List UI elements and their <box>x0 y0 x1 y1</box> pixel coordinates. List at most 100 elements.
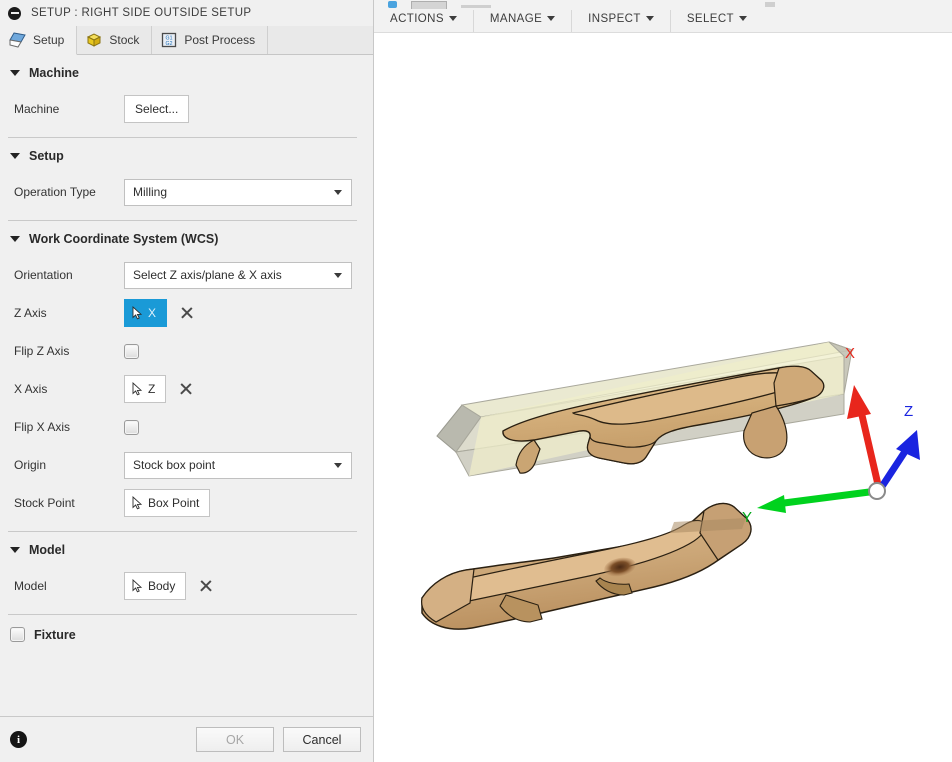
row-operation-type: Operation Type Milling <box>0 173 373 211</box>
z-axis-button-label: X <box>148 306 156 320</box>
x-axis-clear-icon[interactable] <box>178 382 193 397</box>
orientation-select[interactable]: Select Z axis/plane & X axis <box>124 262 352 289</box>
toolbar-icon-c <box>461 5 491 8</box>
cursor-arrow-icon <box>132 382 143 396</box>
cursor-arrow-icon <box>132 579 143 593</box>
z-axis-select-button[interactable]: X <box>124 299 167 327</box>
section-machine-title: Machine <box>29 66 79 80</box>
orientation-label: Orientation <box>14 268 124 282</box>
axis-x-label: X <box>845 345 855 362</box>
operation-type-select[interactable]: Milling <box>124 179 352 206</box>
z-axis-clear-icon[interactable] <box>179 306 194 321</box>
section-model-title: Model <box>29 543 65 557</box>
tab-stock[interactable]: Stock <box>77 26 152 54</box>
section-setup-title: Setup <box>29 149 64 163</box>
operation-type-label: Operation Type <box>14 185 124 199</box>
dialog-form: Machine Machine Select... Setup Operatio… <box>0 55 373 716</box>
tab-stock-label: Stock <box>109 33 139 47</box>
flip-z-axis-label: Flip Z Axis <box>14 344 124 358</box>
x-axis-select-button[interactable]: Z <box>124 375 166 403</box>
section-wcs-title: Work Coordinate System (WCS) <box>29 232 218 246</box>
chevron-down-icon <box>10 153 20 159</box>
menu-inspect-label: INSPECT <box>588 13 641 25</box>
dialog-title: SETUP : RIGHT SIDE OUTSIDE SETUP <box>31 7 251 19</box>
menu-inspect[interactable]: INSPECT <box>572 10 671 32</box>
row-orientation: Orientation Select Z axis/plane & X axis <box>0 256 373 294</box>
svg-text:G2: G2 <box>166 41 173 47</box>
row-origin: Origin Stock box point <box>0 446 373 484</box>
menu-actions[interactable]: ACTIONS <box>374 10 474 32</box>
x-axis-button-label: Z <box>148 382 155 396</box>
cam-scene: X Y Z <box>374 33 952 762</box>
model-select-button[interactable]: Body <box>124 572 186 600</box>
tab-bar-filler <box>268 26 373 54</box>
axis-y-label: Y <box>742 509 752 526</box>
dialog-footer: i OK Cancel <box>0 716 373 762</box>
toolbar-icon-d <box>765 2 775 7</box>
chevron-down-icon <box>334 463 342 468</box>
chevron-down-icon <box>449 16 457 21</box>
flip-z-axis-checkbox[interactable] <box>124 344 139 359</box>
chevron-down-icon <box>10 236 20 242</box>
tab-setup[interactable]: Setup <box>0 26 77 55</box>
model-label: Model <box>14 579 124 593</box>
axis-z: Z <box>881 403 920 488</box>
toolbar: ACTIONS MANAGE INSPECT SELECT <box>374 0 952 33</box>
row-z-axis: Z Axis X <box>0 294 373 332</box>
menu-manage-label: MANAGE <box>490 13 542 25</box>
setup-dialog: SETUP : RIGHT SIDE OUTSIDE SETUP Setup S… <box>0 0 374 762</box>
dialog-titlebar: SETUP : RIGHT SIDE OUTSIDE SETUP <box>0 0 373 26</box>
tab-post-process-label: Post Process <box>184 33 255 47</box>
machine-label: Machine <box>14 102 124 116</box>
flip-x-axis-checkbox[interactable] <box>124 420 139 435</box>
section-fixture[interactable]: Fixture <box>0 615 373 642</box>
cursor-arrow-icon <box>132 496 143 510</box>
row-x-axis: X Axis Z <box>0 370 373 408</box>
axis-x: X <box>845 345 879 489</box>
toolbar-overflow-icons <box>374 0 952 9</box>
stock-point-button-label: Box Point <box>148 496 199 510</box>
row-flip-z-axis: Flip Z Axis <box>0 332 373 370</box>
tab-setup-label: Setup <box>33 33 64 47</box>
section-setup[interactable]: Setup <box>0 138 373 173</box>
stock-point-label: Stock Point <box>14 496 124 510</box>
section-machine[interactable]: Machine <box>0 55 373 90</box>
wcs-origin-marker <box>869 483 885 499</box>
tab-post-process[interactable]: G1 G2 Post Process <box>152 26 268 54</box>
section-model[interactable]: Model <box>0 532 373 567</box>
row-flip-x-axis: Flip X Axis <box>0 408 373 446</box>
setup-plane-icon <box>9 32 26 48</box>
section-wcs[interactable]: Work Coordinate System (WCS) <box>0 221 373 256</box>
3d-viewport[interactable]: ACTIONS MANAGE INSPECT SELECT <box>374 0 952 762</box>
row-machine: Machine Select... <box>0 90 373 128</box>
chevron-down-icon <box>10 70 20 76</box>
info-icon[interactable]: i <box>10 731 27 748</box>
toolbar-icon-a <box>388 1 397 8</box>
cancel-button[interactable]: Cancel <box>283 727 361 752</box>
menu-select[interactable]: SELECT <box>671 10 763 32</box>
row-model: Model Body <box>0 567 373 605</box>
menu-select-label: SELECT <box>687 13 734 25</box>
x-axis-label: X Axis <box>14 382 124 396</box>
chevron-down-icon <box>10 547 20 553</box>
ok-button[interactable]: OK <box>196 727 274 752</box>
menu-manage[interactable]: MANAGE <box>474 10 572 32</box>
row-stock-point: Stock Point Box Point <box>0 484 373 522</box>
machine-select-button[interactable]: Select... <box>124 95 189 123</box>
axis-y: Y <box>742 491 877 526</box>
origin-select[interactable]: Stock box point <box>124 452 352 479</box>
yellow-cube-icon <box>86 32 102 48</box>
cursor-arrow-icon <box>132 306 143 320</box>
menu-actions-label: ACTIONS <box>390 13 444 25</box>
chevron-down-icon <box>334 273 342 278</box>
minus-circle-icon[interactable] <box>8 7 21 20</box>
dialog-tabs: Setup Stock G1 G2 Post Process <box>0 26 373 55</box>
operation-type-value: Milling <box>133 185 167 199</box>
model-clear-icon[interactable] <box>198 579 213 594</box>
chevron-down-icon <box>646 16 654 21</box>
orientation-value: Select Z axis/plane & X axis <box>133 268 282 282</box>
stock-point-select-button[interactable]: Box Point <box>124 489 210 517</box>
axis-z-label: Z <box>904 403 913 420</box>
fixture-checkbox[interactable] <box>10 627 25 642</box>
chevron-down-icon <box>334 190 342 195</box>
